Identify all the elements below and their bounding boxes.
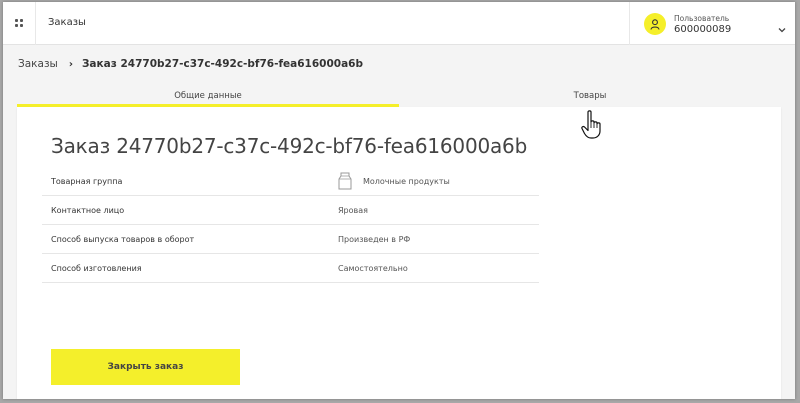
detail-row-contact: Контактное лицо Яровая bbox=[42, 196, 539, 225]
order-details: Товарная группа Молочные продукты Контак… bbox=[42, 167, 539, 283]
detail-value: Самостоятельно bbox=[338, 264, 408, 273]
section-title: Заказы bbox=[48, 17, 86, 28]
detail-label: Способ изготовления bbox=[51, 264, 142, 273]
breadcrumb-orders-link[interactable]: Заказы bbox=[18, 58, 58, 70]
top-bar: Заказы Пользователь 600000089 bbox=[3, 2, 795, 45]
apps-menu-button[interactable] bbox=[3, 2, 36, 45]
user-id: 600000089 bbox=[674, 24, 732, 35]
breadcrumb-current: Заказ 24770b27-c37c-492c-bf76-fea616000a… bbox=[81, 58, 363, 70]
order-card: Заказ 24770b27-c37c-492c-bf76-fea616000a… bbox=[17, 107, 781, 399]
detail-label: Товарная группа bbox=[51, 177, 123, 186]
detail-value: Яровая bbox=[338, 206, 368, 215]
detail-label: Способ выпуска товаров в оборот bbox=[51, 235, 195, 244]
detail-row-production-method: Способ изготовления Самостоятельно bbox=[42, 254, 539, 283]
order-title: Заказ 24770b27-c37c-492c-bf76-fea616000a… bbox=[51, 134, 528, 158]
tab-goods[interactable]: Товары bbox=[399, 85, 781, 107]
user-avatar-icon bbox=[644, 13, 666, 35]
chevron-right-icon: › bbox=[68, 58, 73, 70]
close-order-button[interactable]: Закрыть заказ bbox=[51, 349, 240, 385]
detail-value: Произведен в РФ bbox=[338, 235, 411, 244]
app-window: Заказы Пользователь 600000089 Заказы › З… bbox=[3, 2, 795, 399]
user-role-label: Пользователь bbox=[674, 14, 730, 23]
chevron-down-icon[interactable] bbox=[778, 18, 786, 37]
detail-value: Молочные продукты bbox=[363, 177, 450, 186]
detail-row-release-method: Способ выпуска товаров в оборот Произвед… bbox=[42, 225, 539, 254]
user-menu[interactable]: Пользователь 600000089 bbox=[629, 2, 795, 45]
tab-general[interactable]: Общие данные bbox=[17, 85, 399, 107]
detail-label: Контактное лицо bbox=[51, 206, 125, 215]
breadcrumb: Заказы › Заказ 24770b27-c37c-492c-bf76-f… bbox=[18, 58, 363, 70]
tab-bar: Общие данные Товары bbox=[17, 85, 781, 107]
grid-icon bbox=[14, 19, 24, 28]
milk-carton-icon bbox=[338, 172, 352, 194]
hand-pointer-icon bbox=[581, 110, 607, 144]
detail-row-product-group: Товарная группа Молочные продукты bbox=[42, 167, 539, 196]
